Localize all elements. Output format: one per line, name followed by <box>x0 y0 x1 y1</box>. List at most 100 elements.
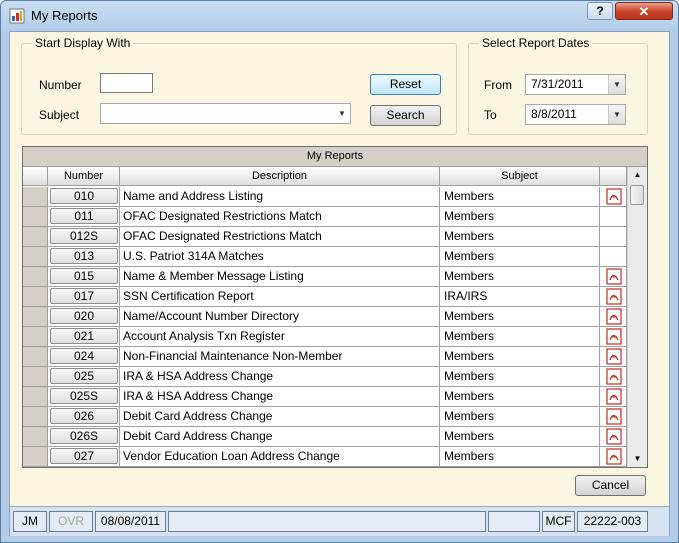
row-header[interactable] <box>23 347 48 367</box>
table-row[interactable]: 011 OFAC Designated Restrictions Match Mem… <box>23 207 627 227</box>
subject-cell[interactable]: Members <box>440 207 600 227</box>
column-header-number[interactable]: Number <box>48 167 120 186</box>
row-header[interactable] <box>23 207 48 227</box>
reset-button[interactable]: Reset <box>370 74 441 95</box>
pdf-cell[interactable] <box>600 427 627 447</box>
report-number-button[interactable]: 017 <box>50 288 118 304</box>
description-cell[interactable]: U.S. Patriot 314A Matches <box>120 247 440 267</box>
description-cell[interactable]: IRA & HSA Address Change <box>120 367 440 387</box>
pdf-icon[interactable] <box>606 448 622 465</box>
subject-cell[interactable]: Members <box>440 327 600 347</box>
subject-cell[interactable]: Members <box>440 427 600 447</box>
table-row[interactable]: 020 Name/Account Number Directory Members <box>23 307 627 327</box>
description-cell[interactable]: Vendor Education Loan Address Change <box>120 447 440 467</box>
subject-cell[interactable]: Members <box>440 187 600 207</box>
description-cell[interactable]: Debit Card Address Change <box>120 407 440 427</box>
subject-cell[interactable]: Members <box>440 447 600 467</box>
pdf-icon[interactable] <box>606 428 622 445</box>
description-cell[interactable]: OFAC Designated Restrictions Match <box>120 207 440 227</box>
row-header[interactable] <box>23 427 48 447</box>
pdf-cell[interactable] <box>600 267 627 287</box>
subject-dropdown[interactable]: ▼ <box>100 103 351 124</box>
pdf-cell[interactable] <box>600 407 627 427</box>
report-number-button[interactable]: 012S <box>50 228 118 244</box>
pdf-cell[interactable] <box>600 347 627 367</box>
pdf-icon[interactable] <box>606 328 622 345</box>
table-row[interactable]: 026 Debit Card Address Change Members <box>23 407 627 427</box>
table-row[interactable]: 012S OFAC Designated Restrictions Match Me… <box>23 227 627 247</box>
help-button[interactable]: ? <box>587 2 613 20</box>
chevron-down-icon[interactable]: ▼ <box>608 75 625 94</box>
pdf-cell[interactable] <box>600 367 627 387</box>
table-row[interactable]: 021 Account Analysis Txn Register Members <box>23 327 627 347</box>
pdf-icon[interactable] <box>606 388 622 405</box>
pdf-icon[interactable] <box>606 308 622 325</box>
row-header[interactable] <box>23 447 48 467</box>
description-cell[interactable]: Name & Member Message Listing <box>120 267 440 287</box>
to-date-picker[interactable]: 8/8/2011 ▼ <box>525 104 626 125</box>
pdf-icon[interactable] <box>606 368 622 385</box>
scroll-down-icon[interactable]: ▼ <box>628 451 647 467</box>
description-cell[interactable]: Name/Account Number Directory <box>120 307 440 327</box>
row-header[interactable] <box>23 387 48 407</box>
pdf-cell[interactable] <box>600 307 627 327</box>
grid-vertical-scrollbar[interactable]: ▲ ▼ <box>627 167 647 467</box>
table-row[interactable]: 013 U.S. Patriot 314A Matches Members <box>23 247 627 267</box>
subject-cell[interactable]: IRA/IRS <box>440 287 600 307</box>
table-row[interactable]: 010 Name and Address Listing Members <box>23 187 627 207</box>
table-row[interactable]: 025 IRA & HSA Address Change Members <box>23 367 627 387</box>
description-cell[interactable]: Debit Card Address Change <box>120 427 440 447</box>
subject-cell[interactable]: Members <box>440 267 600 287</box>
description-cell[interactable]: IRA & HSA Address Change <box>120 387 440 407</box>
report-number-button[interactable]: 013 <box>50 248 118 264</box>
subject-cell[interactable]: Members <box>440 407 600 427</box>
pdf-cell[interactable] <box>600 327 627 347</box>
report-number-button[interactable]: 026S <box>50 428 118 444</box>
subject-cell[interactable]: Members <box>440 307 600 327</box>
scroll-thumb[interactable] <box>630 185 644 205</box>
column-header-subject[interactable]: Subject <box>440 167 600 186</box>
subject-cell[interactable]: Members <box>440 227 600 247</box>
row-header[interactable] <box>23 267 48 287</box>
pdf-icon[interactable] <box>606 188 622 205</box>
description-cell[interactable]: Name and Address Listing <box>120 187 440 207</box>
table-row[interactable]: 017 SSN Certification Report IRA/IRS <box>23 287 627 307</box>
subject-cell[interactable]: Members <box>440 347 600 367</box>
scroll-up-icon[interactable]: ▲ <box>628 167 647 183</box>
pdf-cell[interactable] <box>600 287 627 307</box>
report-number-button[interactable]: 011 <box>50 208 118 224</box>
description-cell[interactable]: Account Analysis Txn Register <box>120 327 440 347</box>
table-row[interactable]: 027 Vendor Education Loan Address Change M… <box>23 447 627 467</box>
row-header[interactable] <box>23 327 48 347</box>
row-header[interactable] <box>23 407 48 427</box>
row-header[interactable] <box>23 287 48 307</box>
pdf-cell[interactable] <box>600 387 627 407</box>
description-cell[interactable]: SSN Certification Report <box>120 287 440 307</box>
row-header[interactable] <box>23 247 48 267</box>
table-row[interactable]: 026S Debit Card Address Change Members <box>23 427 627 447</box>
report-number-button[interactable]: 024 <box>50 348 118 364</box>
report-number-button[interactable]: 015 <box>50 268 118 284</box>
report-number-button[interactable]: 025S <box>50 388 118 404</box>
row-header[interactable] <box>23 187 48 207</box>
search-button[interactable]: Search <box>370 105 441 126</box>
row-header[interactable] <box>23 227 48 247</box>
close-button[interactable]: ✕ <box>615 2 673 20</box>
pdf-cell[interactable] <box>600 447 627 467</box>
row-header[interactable] <box>23 307 48 327</box>
pdf-icon[interactable] <box>606 268 622 285</box>
report-number-button[interactable]: 021 <box>50 328 118 344</box>
chevron-down-icon[interactable]: ▼ <box>608 105 625 124</box>
chevron-down-icon[interactable]: ▼ <box>334 104 350 123</box>
table-row[interactable]: 015 Name & Member Message Listing Members <box>23 267 627 287</box>
pdf-icon[interactable] <box>606 348 622 365</box>
pdf-cell[interactable] <box>600 187 627 207</box>
description-cell[interactable]: Non-Financial Maintenance Non-Member <box>120 347 440 367</box>
subject-cell[interactable]: Members <box>440 247 600 267</box>
pdf-icon[interactable] <box>606 408 622 425</box>
report-number-button[interactable]: 026 <box>50 408 118 424</box>
report-number-button[interactable]: 020 <box>50 308 118 324</box>
from-date-picker[interactable]: 7/31/2011 ▼ <box>525 74 626 95</box>
report-number-button[interactable]: 010 <box>50 188 118 204</box>
report-number-button[interactable]: 027 <box>50 448 118 464</box>
